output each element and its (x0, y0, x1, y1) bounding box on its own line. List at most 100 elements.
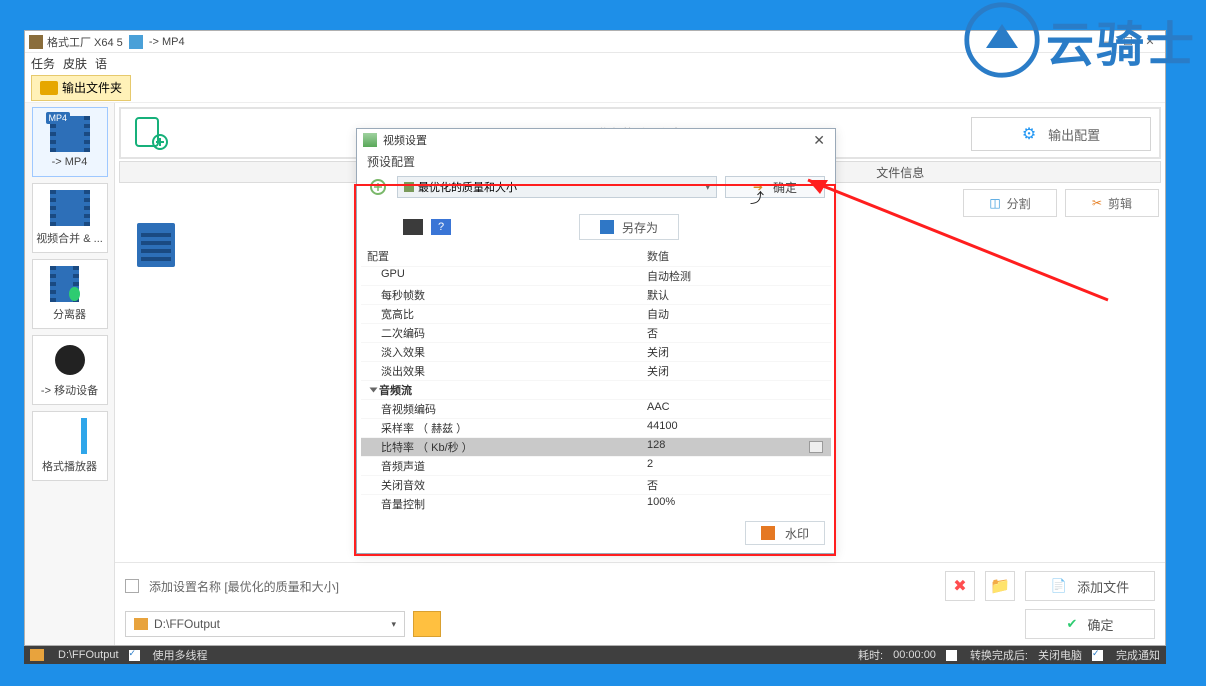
col-value: 数值 (641, 246, 831, 266)
settings-row[interactable]: 音量控制100% (361, 494, 831, 511)
doc-icon (129, 35, 143, 49)
output-folder-button[interactable]: 输出文件夹 (31, 75, 131, 101)
preset-label: 预设配置 (357, 151, 835, 172)
watermark-label: 水印 (785, 525, 809, 542)
setting-value: 自动 (647, 309, 669, 321)
toolbar-console-icon[interactable] (403, 219, 423, 235)
preset-value: 最优化的质量和大小 (418, 179, 517, 195)
sidebar-item-splitter[interactable]: 分离器 (32, 259, 108, 329)
multithread-checkbox[interactable] (129, 650, 140, 661)
add-folder-button[interactable]: 📁 (985, 571, 1015, 601)
setting-key: 音量控制 (381, 499, 425, 511)
scissors-icon: ✂ (1092, 196, 1102, 210)
multithread-label: 使用多线程 (153, 647, 208, 663)
toolbar-help-icon[interactable]: ? (431, 219, 451, 235)
setting-value: 关闭 (647, 347, 669, 359)
settings-group-row[interactable]: 音频流 (361, 380, 831, 399)
setting-value: 否 (647, 480, 658, 492)
preset-select[interactable]: 最优化的质量和大小 ▾ (397, 176, 717, 198)
output-path-text: D:\FFOutput (154, 617, 220, 631)
settings-row[interactable]: 采样率 （ 赫兹 ）44100 (361, 418, 831, 437)
add-setting-checkbox[interactable] (125, 579, 139, 593)
brand-watermark: 云骑士 (962, 0, 1196, 80)
dialog-icon (363, 133, 377, 147)
left-sidebar: MP4 -> MP4 视频合并 & ... 分离器 -> 移动设备 格式播放器 (25, 103, 115, 645)
folder-icon (40, 81, 58, 95)
preset-icon (367, 176, 389, 198)
output-config-label: 输出配置 (1048, 125, 1100, 144)
settings-row[interactable]: 二次编码否 (361, 323, 831, 342)
output-path-dropdown[interactable]: D:\FFOutput ▾ (125, 611, 405, 637)
shutdown-label: 关闭电脑 (1038, 647, 1082, 663)
file-thumb[interactable] (137, 223, 175, 267)
sidebar-item-mobile[interactable]: -> 移动设备 (32, 335, 108, 405)
sidebar-item-merge[interactable]: 视频合并 & ... (32, 183, 108, 253)
settings-row[interactable]: 每秒帧数默认 (361, 285, 831, 304)
chevron-down-icon: ▾ (391, 619, 396, 630)
after-done-label: 转换完成后: (970, 647, 1028, 663)
preset-glyph-icon (404, 182, 414, 192)
sidebar-label: 分离器 (53, 306, 86, 322)
sidebar-label: -> MP4 (52, 156, 88, 168)
setting-value: 44100 (647, 420, 678, 432)
dialog-close-button[interactable]: ✕ (809, 132, 829, 149)
setting-key: 每秒帧数 (381, 290, 425, 302)
folder-icon (134, 618, 148, 630)
split-button[interactable]: ◫分割 (963, 189, 1057, 217)
split-icon: ◫ (989, 196, 1000, 210)
col-config: 配置 (361, 246, 641, 266)
notify-label: 完成通知 (1116, 647, 1160, 663)
sidebar-label: 视频合并 & ... (36, 230, 103, 246)
setting-key: 比特率 （ Kb/秒 ） (381, 442, 473, 454)
remove-icon: ✖ (953, 576, 966, 596)
settings-row[interactable]: 淡出效果关闭 (361, 361, 831, 380)
menu-lang[interactable]: 语 (95, 55, 107, 72)
folder-plus-icon: 📁 (990, 576, 1010, 596)
settings-row[interactable]: 比特率 （ Kb/秒 ）128 (361, 437, 831, 456)
chevron-down-icon: ▾ (705, 182, 710, 193)
statusbar: D:\FFOutput 使用多线程 耗时: 00:00:00 转换完成后: 关闭… (24, 646, 1166, 664)
menu-task[interactable]: 任务 (31, 55, 55, 72)
file-plus-icon: 📄 (1051, 578, 1067, 594)
ok-button[interactable]: ✔确定 (1025, 609, 1155, 639)
output-config-button[interactable]: ⚙ 输出配置 (971, 117, 1151, 151)
settings-grid: 配置 数值 GPU自动检测每秒帧数默认宽高比自动二次编码否淡入效果关闭淡出效果关… (361, 246, 831, 511)
settings-row[interactable]: 关闭音效 否 (361, 475, 831, 494)
folder-icon (30, 649, 44, 661)
notify-checkbox[interactable] (1092, 650, 1103, 661)
menu-skin[interactable]: 皮肤 (63, 55, 87, 72)
save-as-button[interactable]: 另存为 (579, 214, 679, 240)
settings-row[interactable]: GPU自动检测 (361, 266, 831, 285)
setting-key: 音视频编码 (381, 404, 436, 416)
remove-button[interactable]: ✖ (945, 571, 975, 601)
setting-value: 2 (647, 458, 653, 470)
watermark-icon (761, 526, 775, 540)
job-icon (133, 115, 169, 151)
settings-row[interactable]: 音频声道 2 (361, 456, 831, 475)
setting-key: 淡入效果 (381, 347, 425, 359)
setting-value: AAC (647, 401, 670, 413)
arrow-right-icon: ➔ (753, 180, 763, 194)
setting-key: 二次编码 (381, 328, 425, 340)
sidebar-label: 格式播放器 (42, 458, 97, 474)
after-done-checkbox[interactable] (946, 650, 957, 661)
setting-key: 关闭音效 (381, 480, 425, 492)
trim-button[interactable]: ✂剪辑 (1065, 189, 1159, 217)
dialog-title: 视频设置 (383, 132, 427, 148)
add-setting-label: 添加设置名称 [最优化的质量和大小] (149, 578, 339, 595)
settings-row[interactable]: 宽高比自动 (361, 304, 831, 323)
browse-folder-button[interactable] (413, 611, 441, 637)
sidebar-item-mp4[interactable]: MP4 -> MP4 (32, 107, 108, 177)
settings-row[interactable]: 音视频编码 AAC (361, 399, 831, 418)
watermark-button[interactable]: 水印 (745, 521, 825, 545)
gear-icon: ⚙ (1022, 124, 1036, 144)
bottom-bar: 添加设置名称 [最优化的质量和大小] ✖ 📁 📄添加文件 D:\FFOutput… (115, 562, 1165, 645)
window-title: 格式工厂 X64 5 (47, 34, 123, 50)
setting-key: 音频声道 (381, 461, 425, 473)
dialog-ok-button[interactable]: ➔ 确定 (725, 176, 825, 198)
sidebar-item-player[interactable]: 格式播放器 (32, 411, 108, 481)
music-icon (69, 287, 79, 301)
setting-key: 淡出效果 (381, 366, 425, 378)
settings-row[interactable]: 淡入效果 关闭 (361, 342, 831, 361)
add-file-button[interactable]: 📄添加文件 (1025, 571, 1155, 601)
